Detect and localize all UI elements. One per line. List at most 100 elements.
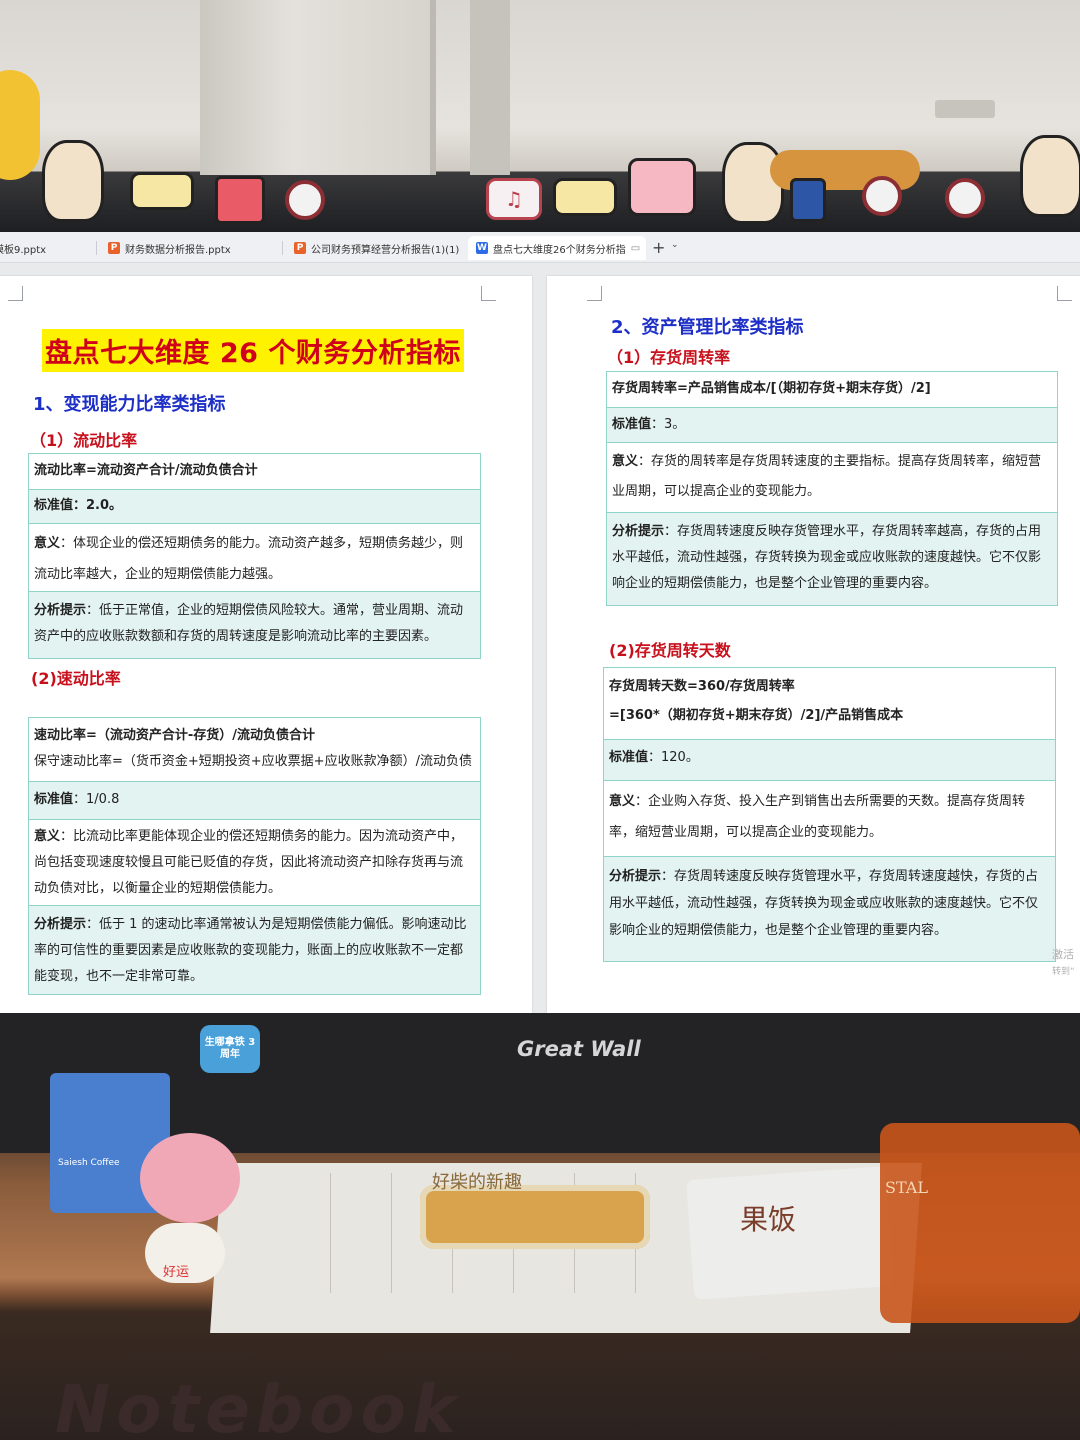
cup-sticker-icon — [790, 178, 826, 222]
subsection-heading: （1）流动比率 — [30, 431, 138, 450]
table-row-meaning: 意义：存货的周转率是存货周转速度的主要指标。提高存货周转率，缩短营业周期，可以提… — [607, 443, 1057, 513]
standard-value: ：3。 — [651, 417, 686, 432]
tip-text: ：低于 1 的速动比率通常被认为是短期偿债能力偏低。影响速动比率的可信性的重要因… — [34, 917, 467, 984]
formula-text-2: 保守速动比率=（货币资金+短期投资+应收票据+应收账款净额）/流动负债 — [34, 754, 472, 769]
tip-text: ：低于正常值，企业的短期偿债风险较大。通常，营业周期、流动资产中的应收账款数额和… — [34, 603, 464, 644]
background-photo-bottom: Great Wall 生哪拿铁 3周年 Saiesh Coffee 好柴的新趣 … — [0, 1013, 1080, 1440]
meaning-text: ：比流动比率更能体现企业的偿还短期债务的能力。因为流动资产中，尚包括变现速度较慢… — [34, 829, 464, 896]
meaning-label: 意义 — [612, 454, 639, 469]
chevron-down-icon[interactable]: ⌄ — [671, 240, 679, 250]
tab-label: 盘点七大维度26个财务分析指 — [493, 244, 626, 256]
formula-text-2: =[360*（期初存货+期末存货）/2]/产品销售成本 — [609, 708, 904, 723]
snack-bag — [420, 1185, 650, 1249]
table-row-tip: 分析提示：低于 1 的速动比率通常被认为是短期偿债能力偏低。影响速动比率的可信性… — [29, 906, 480, 994]
gift-sticker-icon — [215, 176, 265, 224]
table-row-meaning: 意义：企业购入存货、投入生产到销售出去所需要的天数。提高存货周转率，缩短营业周期… — [604, 781, 1055, 857]
ppt-icon: P — [108, 242, 120, 254]
tab-label: 模板9.pptx — [0, 244, 47, 256]
donut-sticker-icon — [862, 176, 902, 216]
tip-label: 分析提示 — [612, 524, 665, 539]
document-title: 盘点七大维度 26 个财务分析指标 — [42, 329, 464, 372]
cake-sticker-icon — [628, 158, 696, 216]
add-tab-button[interactable]: + — [652, 238, 665, 257]
food-packet-label: 果饭 — [740, 1203, 797, 1236]
table-row-standard: 标准值：1/0.8 — [29, 782, 480, 820]
table-row-formula: 存货周转率=产品销售成本/[（期初存货+期末存货）/2] — [607, 372, 1057, 408]
document-page-right[interactable]: 2、资产管理比率类指标 （1）存货周转率 存货周转率=产品销售成本/[（期初存货… — [547, 276, 1080, 1013]
page-corner-mark — [1057, 286, 1072, 301]
tab-divider — [282, 241, 283, 255]
tab-financial-report[interactable]: P 财务数据分析报告.pptx — [100, 236, 280, 260]
comment-icon: ▭ — [630, 242, 641, 254]
snack-label: 好柴的新趣 — [432, 1172, 522, 1193]
standard-value: ：1/0.8 — [73, 792, 120, 807]
table-row-meaning: 意义：比流动比率更能体现企业的偿还短期债务的能力。因为流动资产中，尚包括变现速度… — [29, 820, 480, 906]
page-corner-mark — [587, 286, 602, 301]
monitor-brand-logo: Great Wall — [517, 1037, 641, 1061]
tip-text: ：存货周转速度反映存货管理水平，存货周转速度越快，存货的占用水平越低，流动性越强… — [609, 869, 1039, 938]
subsection-heading: （1）存货周转率 — [607, 348, 731, 367]
meaning-label: 意义 — [34, 829, 61, 844]
page-corner-mark — [8, 286, 23, 301]
notebook-desk-text: Notebook — [55, 1371, 462, 1440]
music-note-sticker-icon: ♫ — [486, 178, 542, 220]
table-row-standard: 标准值：2.0。 — [29, 490, 480, 524]
meaning-text: ：存货的周转率是存货周转速度的主要指标。提高存货周转率，缩短营业周期，可以提高企… — [612, 454, 1042, 499]
formula-text: 速动比率=（流动资产合计-存货）/流动负债合计 — [34, 728, 316, 743]
page-corner-mark — [481, 286, 496, 301]
tab-current-document[interactable]: W 盘点七大维度26个财务分析指 ▭ × — [468, 236, 646, 260]
flower-pot-label: 好运 — [163, 1265, 190, 1280]
flower-toy — [140, 1133, 240, 1223]
standard-label: 标准值 — [34, 792, 74, 807]
table-row-formula: 流动比率=流动资产合计/流动负债合计 — [29, 454, 480, 490]
meaning-label: 意义 — [34, 536, 61, 551]
tab-label: 公司财务预算经营分析报告(1)(1) — [311, 244, 460, 256]
wall-door — [200, 0, 436, 175]
tip-label: 分析提示 — [609, 869, 662, 884]
document-page-left[interactable]: 盘点七大维度 26 个财务分析指标 1、变现能力比率类指标 （1）流动比率 流动… — [0, 276, 532, 1013]
tab-bar: 模板9.pptx P 财务数据分析报告.pptx P 公司财务预算经营分析报告(… — [0, 232, 1080, 263]
table-row-standard: 标准值：3。 — [607, 408, 1057, 443]
crown-sticker-icon — [553, 178, 617, 216]
activation-watermark-line1: 激活 — [1052, 948, 1074, 961]
word-icon: W — [476, 242, 488, 254]
tip-text: ：存货周转速度反映存货管理水平，存货周转率越高，存货的占用水平越低，流动性越强，… — [612, 524, 1042, 591]
wall-panel — [470, 0, 510, 175]
indicator-table-inventory-days: 存货周转天数=360/存货周转率 =[360*（期初存货+期末存货）/2]/产品… — [603, 667, 1056, 962]
table-row-tip: 分析提示：低于正常值，企业的短期偿债风险较大。通常，营业周期、流动资产中的应收账… — [29, 592, 480, 658]
meaning-text: ：企业购入存货、投入生产到销售出去所需要的天数。提高存货周转率，缩短营业周期，可… — [609, 794, 1026, 840]
formula-text: 流动比率=流动资产合计/流动负债合计 — [34, 463, 258, 478]
indicator-table-current-ratio: 流动比率=流动资产合计/流动负债合计 标准值：2.0。 意义：体现企业的偿还短期… — [28, 453, 481, 659]
ppt-icon: P — [294, 242, 306, 254]
standard-label: 标准值 — [609, 750, 649, 765]
tab-template9[interactable]: 模板9.pptx — [0, 236, 86, 260]
background-photo-top: ♫ — [0, 0, 1080, 232]
table-row-formula: 速动比率=（流动资产合计-存货）/流动负债合计 保守速动比率=（货币资金+短期投… — [29, 718, 480, 782]
formula-text: 存货周转天数=360/存货周转率 — [609, 679, 795, 694]
table-row-standard: 标准值：120。 — [604, 740, 1055, 781]
donut-sticker-icon — [945, 178, 985, 218]
meaning-text: ：体现企业的偿还短期债务的能力。流动资产越多，短期债务越少，则流动比率越大，企业… — [34, 536, 464, 582]
standard-value: ：120。 — [648, 750, 699, 765]
doll-sticker-icon — [1020, 135, 1080, 217]
tip-label: 分析提示 — [34, 917, 87, 932]
document-canvas[interactable]: 盘点七大维度 26 个财务分析指标 1、变现能力比率类指标 （1）流动比率 流动… — [0, 263, 1080, 1013]
standard-value: ：2.0。 — [73, 498, 123, 513]
section-heading: 2、资产管理比率类指标 — [611, 317, 804, 338]
meaning-label: 意义 — [609, 794, 636, 809]
doll-sticker-icon — [42, 140, 104, 222]
table-row-tip: 分析提示：存货周转速度反映存货管理水平，存货周转速度越快，存货的占用水平越低，流… — [604, 857, 1055, 961]
crown-sticker-icon — [130, 172, 194, 210]
yellow-toy-icon — [0, 70, 40, 180]
glass-jar — [880, 1123, 1080, 1323]
subsection-heading: (2)存货周转天数 — [609, 641, 731, 660]
tab-budget-report[interactable]: P 公司财务预算经营分析报告(1)(1) • — [286, 236, 464, 260]
air-vent — [935, 100, 995, 118]
table-row-tip: 分析提示：存货周转速度反映存货管理水平，存货周转率越高，存货的占用水平越低，流动… — [607, 513, 1057, 605]
tab-divider — [96, 241, 97, 255]
standard-label: 标准值 — [34, 498, 74, 513]
anniversary-badge: 生哪拿铁 3周年 — [200, 1025, 260, 1073]
glass-jar-label: STAL — [885, 1178, 928, 1197]
table-row-meaning: 意义：体现企业的偿还短期债务的能力。流动资产越多，短期债务越少，则流动比率越大，… — [29, 524, 480, 592]
section-heading: 1、变现能力比率类指标 — [33, 394, 226, 415]
